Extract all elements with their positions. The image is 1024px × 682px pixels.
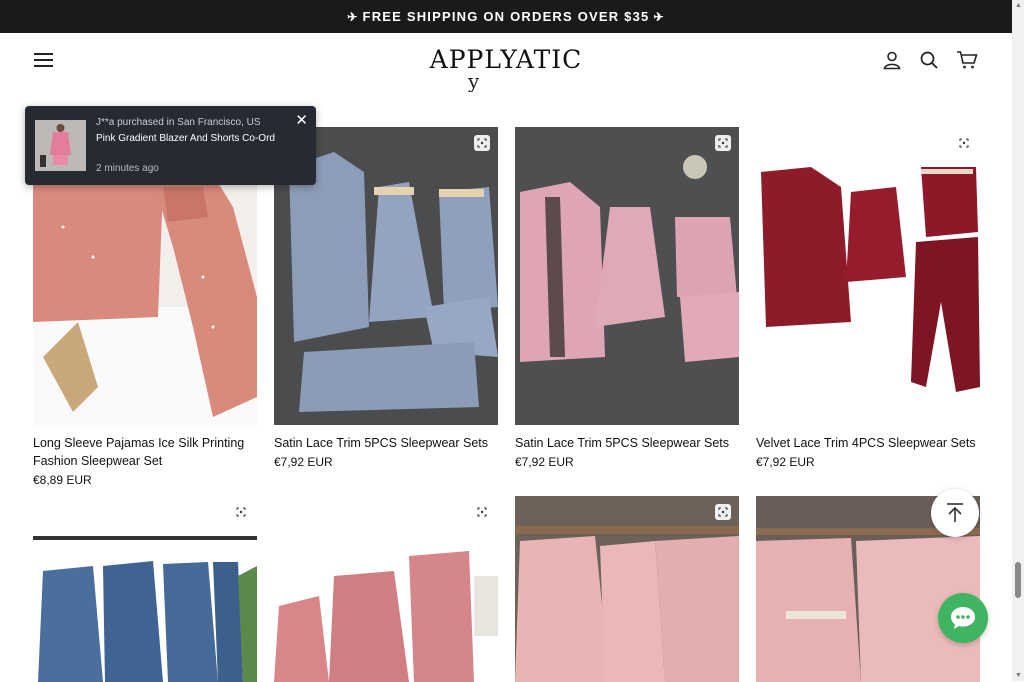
chat-bubble-icon [951,607,975,629]
airplane-icon: ✈ [347,9,359,24]
scrollbar-thumb[interactable] [1015,562,1021,598]
arrow-up-icon [947,503,963,522]
airplane-icon: ✈ [653,9,665,24]
cart-icon[interactable] [956,50,978,70]
search-icon[interactable] [919,50,939,70]
page-scrollbar[interactable]: ▲ ▼ [1012,0,1024,681]
product-title[interactable]: Satin Lace Trim 5PCS Sleepwear Sets [515,434,739,452]
scroll-down-arrow-icon[interactable]: ▼ [1015,672,1022,679]
quick-view-icon[interactable] [715,504,731,520]
product-price: €7,92 EUR [756,455,815,469]
product-title[interactable]: Velvet Lace Trim 4PCS Sleepwear Sets [756,434,980,452]
site-header: APPLYATIC [0,33,1012,89]
announcement-text: FREE SHIPPING ON ORDERS OVER $35 [362,9,650,24]
product-image[interactable] [33,496,257,682]
product-title[interactable]: Satin Lace Trim 5PCS Sleepwear Sets [274,434,498,452]
chat-button[interactable] [938,593,988,643]
product-price: €8,89 EUR [33,473,92,487]
product-image[interactable] [515,496,739,682]
product-price: €7,92 EUR [515,455,574,469]
site-logo[interactable]: APPLYATIC [0,45,1012,74]
product-image[interactable] [515,127,739,425]
product-title[interactable]: Long Sleeve Pajamas Ice Silk Printing Fa… [33,434,257,470]
product-card[interactable] [274,496,498,682]
popup-product-name[interactable]: Pink Gradient Blazer And Shorts Co-Ord [96,133,275,144]
close-icon[interactable]: ✕ [295,111,308,129]
quick-view-icon[interactable] [474,504,490,520]
quick-view-icon[interactable] [956,135,972,151]
recent-purchase-popup[interactable]: J**a purchased in San Francisco, US Pink… [25,106,316,185]
product-card[interactable]: Velvet Lace Trim 4PCS Sleepwear Sets €7,… [756,127,980,469]
product-image[interactable] [274,496,498,682]
product-card[interactable] [33,496,257,682]
product-price: €7,92 EUR [274,455,333,469]
quick-view-icon[interactable] [233,504,249,520]
user-icon[interactable] [882,50,902,70]
product-image[interactable] [756,127,980,425]
product-card[interactable]: Satin Lace Trim 5PCS Sleepwear Sets €7,9… [515,127,739,469]
section-heading: y [468,78,480,92]
product-card[interactable] [515,496,739,682]
quick-view-icon[interactable] [474,135,490,151]
popup-buyer-location: J**a purchased in San Francisco, US [96,117,261,128]
popup-product-thumbnail[interactable] [35,120,86,171]
quick-view-icon[interactable] [715,135,731,151]
announcement-bar: ✈ FREE SHIPPING ON ORDERS OVER $35 ✈ [0,0,1012,33]
back-to-top-button[interactable] [931,489,979,537]
popup-timestamp: 2 minutes ago [96,163,159,174]
scroll-up-arrow-icon[interactable]: ▲ [1015,2,1022,9]
